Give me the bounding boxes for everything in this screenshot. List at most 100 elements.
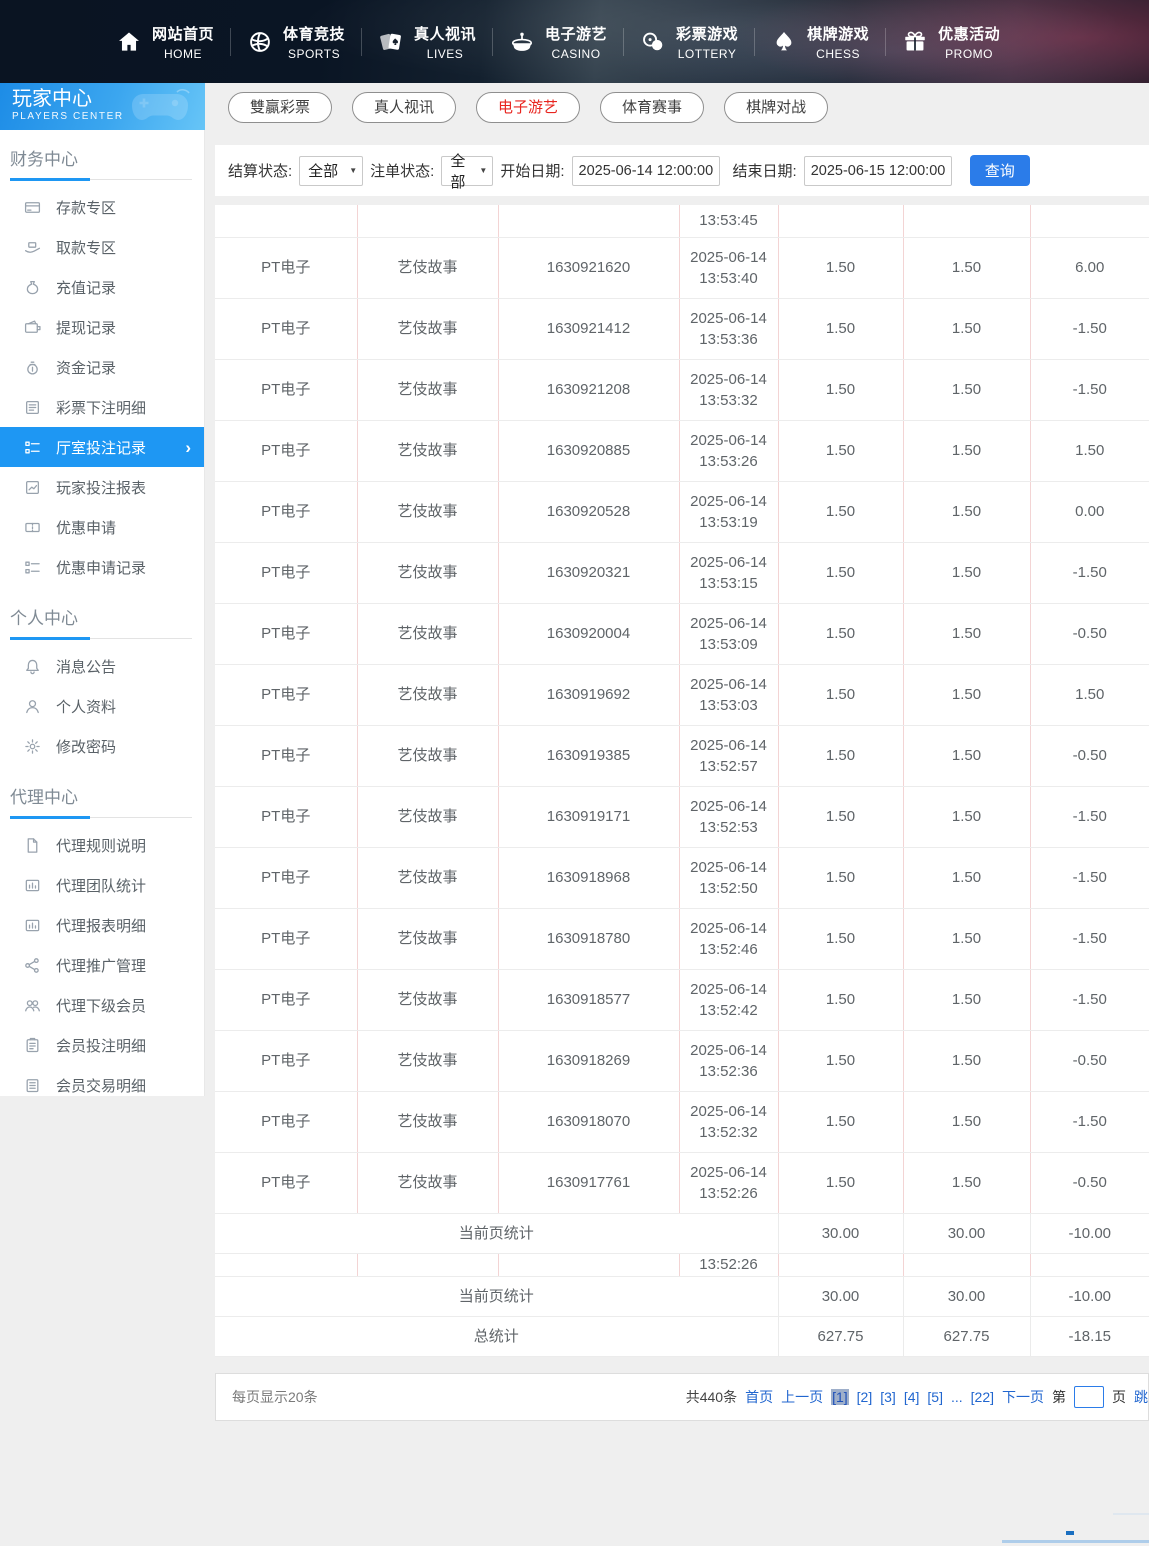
- hand-money-icon: [24, 239, 41, 256]
- sidebar-item-promo-apply[interactable]: 优惠申请 ›: [0, 507, 204, 547]
- query-button[interactable]: 查询: [969, 155, 1030, 186]
- share-icon: [24, 957, 41, 974]
- total-summary-winloss: -18.15: [1030, 1316, 1149, 1357]
- cell-time: 2025-06-14 13:53:15: [679, 542, 779, 604]
- records-table: 13:53:45 PT电子 艺伎故事 1630921620 2025-06-14…: [215, 205, 1149, 1357]
- cell-time: 2025-06-14 13:53:09: [679, 603, 779, 665]
- table-row: PT电子 艺伎故事 1630918070 2025-06-14 13:52:32 …: [215, 1091, 1149, 1153]
- cell-valid-bet: 1.50: [903, 847, 1031, 909]
- scrollbar-track[interactable]: [1002, 1540, 1149, 1543]
- note-list-icon: [24, 1077, 41, 1094]
- cell-hall: PT电子: [215, 908, 358, 970]
- sidebar-section-title: 财务中心: [10, 145, 192, 181]
- scrollbar-thumb[interactable]: [1066, 1531, 1074, 1535]
- cell-time: 2025-06-14 13:52:36: [679, 1030, 779, 1092]
- user-icon: [24, 698, 41, 715]
- sidebar-item-funds-records[interactable]: 资金记录 ›: [0, 347, 204, 387]
- cell-bet-id: 1630918070: [498, 1091, 680, 1153]
- page-link-5[interactable]: [5]: [927, 1389, 943, 1405]
- jump-page-input[interactable]: [1074, 1385, 1104, 1408]
- cell-game: 艺伎故事: [357, 481, 499, 543]
- sidebar-item-profile[interactable]: 个人资料 ›: [0, 686, 204, 726]
- sidebar-item-label: 充值记录: [56, 279, 117, 297]
- page-link-4[interactable]: [4]: [904, 1389, 920, 1405]
- tab-electronic-games[interactable]: 电子游艺: [476, 92, 581, 123]
- page-ellipsis[interactable]: ...: [951, 1389, 963, 1405]
- sidebar-section: 代理中心 代理规则说明 › 代理团队统计 › 代理报表明细 › 代理推广管理 ›…: [0, 783, 204, 1096]
- cell-win-loss: -1.50: [1030, 542, 1149, 604]
- cell-bet-id: 1630918780: [498, 908, 680, 970]
- cell-valid-bet: 1.50: [903, 542, 1031, 604]
- lottery-balls-icon: [640, 29, 666, 55]
- cell-win-loss: -0.50: [1030, 725, 1149, 787]
- end-date-input[interactable]: [803, 155, 952, 186]
- ticket-list-icon: [24, 559, 41, 576]
- cell-time: 2025-06-14 13:52:53: [679, 786, 779, 848]
- table-row: PT电子 艺伎故事 1630918577 2025-06-14 13:52:42 …: [215, 969, 1149, 1031]
- sidebar-section-title: 代理中心: [10, 783, 192, 819]
- cell-time: 2025-06-14 13:53:26: [679, 420, 779, 482]
- partial-top-body: 13:53:45: [215, 205, 1149, 238]
- nav-item-lives[interactable]: 真人视讯 LIVES: [362, 23, 492, 61]
- page-summary-valid: 30.00: [903, 1276, 1031, 1317]
- sidebar-item-messages[interactable]: 消息公告 ›: [0, 646, 204, 686]
- cell-win-loss: -1.50: [1030, 298, 1149, 360]
- cell-bet-id: 1630917761: [498, 1152, 680, 1214]
- sidebar-item-agent-promotion[interactable]: 代理推广管理 ›: [0, 945, 204, 985]
- page-summary-label: 当前页统计: [215, 1276, 779, 1317]
- nav-item-chess[interactable]: 棋牌游戏 CHESS: [755, 23, 885, 61]
- tab-chess-battle[interactable]: 棋牌对战: [724, 92, 829, 123]
- first-page-link[interactable]: 首页: [745, 1387, 773, 1407]
- page-link-3[interactable]: [3]: [880, 1389, 896, 1405]
- sidebar-item-deposit-zone[interactable]: 存款专区 ›: [0, 187, 204, 227]
- sidebar-item-label: 代理下级会员: [56, 997, 147, 1015]
- cell-win-loss: 0.00: [1030, 481, 1149, 543]
- chevron-down-icon: ▼: [349, 166, 358, 175]
- cell-game: 艺伎故事: [357, 664, 499, 726]
- records-table-panel: 13:53:45 PT电子 艺伎故事 1630921620 2025-06-14…: [215, 205, 1149, 1357]
- sidebar-item-agent-report-details[interactable]: 代理报表明细 ›: [0, 905, 204, 945]
- page-link-2[interactable]: [2]: [857, 1389, 873, 1405]
- sidebar-item-lottery-bet-details[interactable]: 彩票下注明细 ›: [0, 387, 204, 427]
- nav-item-lottery[interactable]: 彩票游戏 LOTTERY: [624, 23, 754, 61]
- start-date-input[interactable]: [571, 155, 720, 186]
- sidebar-item-change-password[interactable]: 修改密码 ›: [0, 726, 204, 766]
- cell-bet-amount: 1.50: [778, 237, 904, 299]
- nav-item-promo[interactable]: 优惠活动 PROMO: [886, 23, 1016, 61]
- page-link-22[interactable]: [22]: [971, 1389, 994, 1405]
- page-link-1[interactable]: [1]: [831, 1388, 849, 1405]
- jump-button[interactable]: 跳转: [1134, 1387, 1148, 1407]
- sidebar-item-agent-sub-members[interactable]: 代理下级会员 ›: [0, 985, 204, 1025]
- nav-item-sports[interactable]: 体育竞技 SPORTS: [231, 23, 361, 61]
- table-row: PT电子 艺伎故事 1630917761 2025-06-14 13:52:26 …: [215, 1152, 1149, 1214]
- clipped-row-top: 13:53:45: [215, 205, 1149, 238]
- page-links: [1] [2] [3] [4] [5]... [22]: [831, 1388, 994, 1405]
- cell-bet-amount: 1.50: [778, 359, 904, 421]
- pagination-controls: 共440条 首页 上一页 [1] [2] [3] [4] [5]... [22] 下一页 …: [686, 1385, 1148, 1408]
- sidebar-item-promo-apply-records[interactable]: 优惠申请记录 ›: [0, 547, 204, 587]
- sidebar-item-withdraw-zone[interactable]: 取款专区 ›: [0, 227, 204, 267]
- tab-sports-events[interactable]: 体育赛事: [600, 92, 705, 123]
- cell-bet-amount: 1.50: [778, 1091, 904, 1153]
- nav-item-home[interactable]: 网站首页 HOME: [100, 23, 230, 61]
- sidebar-item-member-trans-details[interactable]: 会员交易明细 ›: [0, 1065, 204, 1096]
- tab-double-win-lottery[interactable]: 雙贏彩票: [228, 92, 333, 123]
- tab-live-video[interactable]: 真人视讯: [352, 92, 457, 123]
- settle-status-select[interactable]: 全部 ▼: [299, 155, 364, 186]
- sidebar-item-recharge-records[interactable]: 充值记录 ›: [0, 267, 204, 307]
- sidebar-item-hall-bet-records[interactable]: 厅室投注记录 ›: [0, 427, 204, 467]
- sidebar-item-withdraw-records[interactable]: 提现记录 ›: [0, 307, 204, 347]
- cell-bet-id: 1630918968: [498, 847, 680, 909]
- nav-item-label-en: CHESS: [816, 46, 860, 61]
- cell-valid-bet: 1.50: [903, 786, 1031, 848]
- prev-page-link[interactable]: 上一页: [781, 1387, 823, 1407]
- sidebar-item-agent-team-stats[interactable]: 代理团队统计 ›: [0, 865, 204, 905]
- sidebar-item-player-bet-report[interactable]: 玩家投注报表 ›: [0, 467, 204, 507]
- sidebar-item-member-bet-details[interactable]: 会员投注明细 ›: [0, 1025, 204, 1065]
- next-page-link[interactable]: 下一页: [1002, 1387, 1044, 1407]
- summary-body: 当前页统计 30.00 30.00 -10.00 13:52:26 当前页统计 …: [215, 1213, 1149, 1357]
- nav-item-casino[interactable]: 电子游艺 CASINO: [493, 23, 623, 61]
- sidebar-item-agent-rules[interactable]: 代理规则说明 ›: [0, 825, 204, 865]
- order-status-select[interactable]: 全部 ▼: [441, 153, 494, 191]
- table-rows: PT电子 艺伎故事 1630921620 2025-06-14 13:53:40 …: [215, 237, 1149, 1214]
